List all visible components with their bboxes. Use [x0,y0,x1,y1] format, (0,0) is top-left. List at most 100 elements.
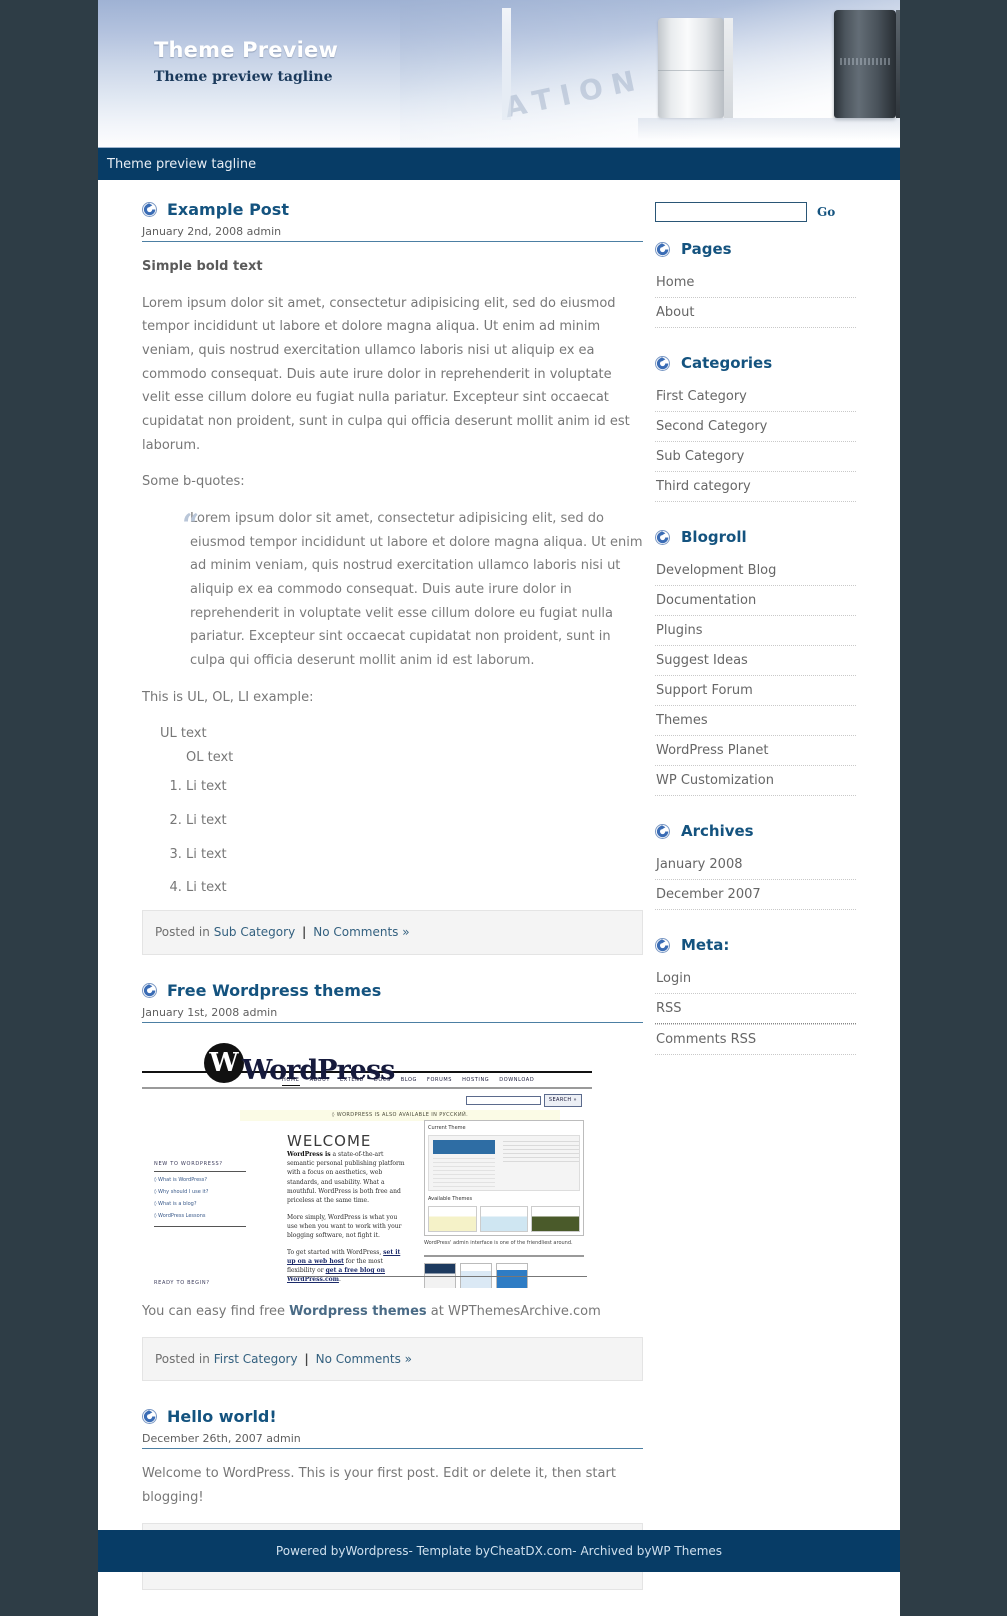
site-title[interactable]: Theme Preview [154,38,338,62]
wp-paragraph: To get started with WordPress, set it up… [287,1248,407,1285]
list-item[interactable]: Second Category [655,412,856,442]
circular-arrow-icon [655,529,670,545]
sidebar-widget-archives: Archives January 2008 December 2007 [655,822,856,910]
main-navigation-bar[interactable]: Theme preview tagline [98,147,900,180]
post-blockquote: “ Lorem ipsum dolor sit amet, consectetu… [142,507,643,673]
wp-theme-thumb [531,1206,581,1233]
footer-link-wp-themes[interactable]: WP Themes [652,1544,723,1558]
sidebar-link-comments-rss[interactable]: Comments RSS [655,1025,856,1054]
list-item: Li text [186,843,643,867]
footer-text-3: - Archived by [572,1544,652,1558]
console-seam [658,70,724,71]
post-quote-intro: Some b-quotes: [142,474,245,490]
quote-mark-icon: “ [182,507,200,543]
post-paragraph: Lorem ipsum dolor sit amet, consectetur … [142,295,630,453]
list-item[interactable]: December 2007 [655,880,856,910]
sidebar-link-development-blog[interactable]: Development Blog [655,556,856,585]
list-item[interactable]: Documentation [655,586,856,616]
ol-item-label: OL text [186,749,234,765]
list-item[interactable]: Login [655,964,856,994]
sidebar-link-support-forum[interactable]: Support Forum [655,676,856,705]
list-item[interactable]: About [655,298,856,328]
circular-arrow-icon [142,1409,157,1425]
list-item[interactable]: Sub Category [655,442,856,472]
nav-tagline-label: Theme preview tagline [107,156,257,172]
sidebar-link-login[interactable]: Login [655,964,856,993]
wp-welcome-body: WordPress is a state-of-the-art semantic… [287,1150,407,1288]
post-comments-link[interactable]: No Comments » [313,925,409,939]
wordpress-themes-link[interactable]: Wordpress themes [289,1304,426,1319]
site-header-banner: ATION 3 Theme Preview Theme preview tagl… [98,0,900,147]
ul-item: UL text OL text Li text Li text Li text … [160,722,643,900]
sidebar-link-documentation[interactable]: Documentation [655,586,856,615]
sidebar-link-suggest-ideas[interactable]: Suggest Ideas [655,646,856,675]
widget-list: January 2008 December 2007 [655,850,856,910]
unordered-list: UL text OL text Li text Li text Li text … [142,722,643,900]
post-title[interactable]: Example Post [167,200,289,219]
list-item[interactable]: Third category [655,472,856,502]
sidebar-widget-pages: Pages Home About [655,240,856,328]
list-item[interactable]: WordPress Planet [655,736,856,766]
wp-current-theme-card: Current Theme Available Themes [424,1119,584,1237]
list-item[interactable]: Comments RSS [655,1025,856,1055]
search-submit-button[interactable]: Go [817,205,835,219]
widget-list: First Category Second Category Sub Categ… [655,382,856,502]
post-meta: January 2nd, 2008 admin [142,225,643,242]
sidebar-widget-categories: Categories First Category Second Categor… [655,354,856,502]
wp-menu-item: HOME [282,1076,300,1086]
site-footer: Powered by Wordpress - Template by Cheat… [98,1530,900,1572]
footer-link-cheatdx[interactable]: CheatDX.com [490,1544,572,1558]
post-example-post: Example Post January 2nd, 2008 admin Sim… [142,200,643,955]
circular-arrow-icon [142,982,157,998]
sidebar-link-about[interactable]: About [655,298,856,327]
search-input[interactable] [655,202,807,222]
content-columns: Example Post January 2nd, 2008 admin Sim… [98,180,900,1616]
sidebar-link-home[interactable]: Home [655,268,856,297]
wp-paragraph: WordPress is a state-of-the-art semantic… [287,1150,407,1206]
post-caption: You can easy find free Wordpress themes … [142,1300,643,1324]
sidebar-link-plugins[interactable]: Plugins [655,616,856,645]
list-item[interactable]: WP Customization [655,766,856,796]
wp-link: ◊ What is a blog? [154,1201,197,1208]
sidebar-link-third-category[interactable]: Third category [655,472,856,501]
list-item[interactable]: Plugins [655,616,856,646]
widget-title: Archives [681,822,754,840]
ordered-list: Li text Li text Li text Li text [160,775,643,900]
sidebar-link-rss[interactable]: RSS [655,994,856,1024]
caption-after: at WPThemesArchive.com [426,1303,601,1319]
post-free-wordpress-themes: Free Wordpress themes January 1st, 2008 … [142,981,643,1382]
sidebar-link-december-2007[interactable]: December 2007 [655,880,856,909]
sidebar-link-second-category[interactable]: Second Category [655,412,856,441]
post-category-link[interactable]: First Category [214,1352,298,1366]
circular-arrow-icon [655,241,670,257]
widget-header: Blogroll [655,528,856,546]
post-title[interactable]: Hello world! [167,1407,277,1426]
sidebar-link-january-2008[interactable]: January 2008 [655,850,856,879]
footer-link-wordpress[interactable]: Wordpress [345,1544,408,1558]
post-category-link[interactable]: Sub Category [214,925,295,939]
sidebar-link-themes[interactable]: Themes [655,706,856,735]
wp-ready-heading: READY TO BEGIN? [154,1279,246,1288]
list-item[interactable]: Suggest Ideas [655,646,856,676]
console-logo-text [840,58,890,65]
wp-menu-item: DOCS [373,1076,391,1083]
list-item[interactable]: RSS [655,994,856,1025]
wp-thumb-header [433,1139,495,1154]
list-item[interactable]: Home [655,268,856,298]
list-item[interactable]: January 2008 [655,850,856,880]
sidebar-link-wordpress-planet[interactable]: WordPress Planet [655,736,856,765]
post-title[interactable]: Free Wordpress themes [167,981,381,1000]
footer-text-1: Powered by [275,1544,346,1558]
sidebar: Go Pages Home About Categories First Cat… [643,180,856,1081]
sidebar-link-first-category[interactable]: First Category [655,382,856,411]
search-form[interactable]: Go [655,202,856,222]
sidebar-link-sub-category[interactable]: Sub Category [655,442,856,471]
post-comments-link[interactable]: No Comments » [316,1352,412,1366]
sidebar-link-wp-customization[interactable]: WP Customization [655,766,856,795]
list-item[interactable]: Development Blog [655,556,856,586]
list-item[interactable]: First Category [655,382,856,412]
list-item[interactable]: Support Forum [655,676,856,706]
list-item[interactable]: Themes [655,706,856,736]
wp-search-button: SEARCH » [543,1093,582,1107]
wp-left-column: NEW TO WORDPRESS? ◊ What is WordPress? ◊… [154,1160,246,1288]
